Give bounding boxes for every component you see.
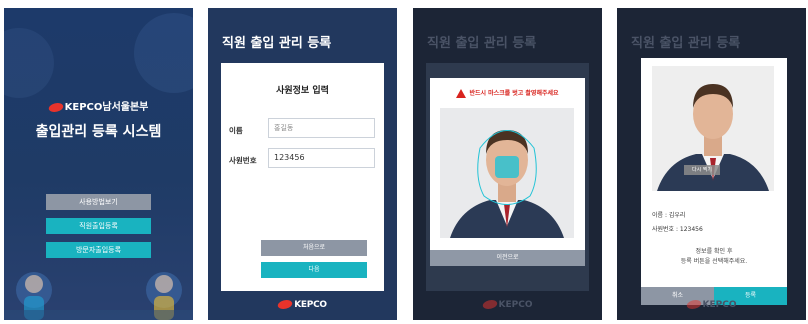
home-screen: KEPCO남서울본부 출입관리 등록 시스템 사용방법보기 직원출입등록 방문자… bbox=[4, 8, 193, 320]
employee-info-form: 사원정보 입력 이름 홍길동 사원번호 123456 처음으로 다음 bbox=[221, 63, 384, 291]
confirm-message-line1: 정보를 확인 후 bbox=[695, 248, 733, 255]
employee-id-info: 사원번호 : 123456 bbox=[652, 226, 703, 233]
kepco-logo-icon bbox=[684, 300, 703, 309]
retake-button[interactable]: 다시 찍기 bbox=[684, 165, 720, 175]
form-title: 사원정보 입력 bbox=[276, 86, 329, 96]
mask-warning: 반드시 마스크를 벗고 촬영해주세요 bbox=[430, 88, 585, 98]
capture-modal: 반드시 마스크를 벗고 촬영해주세요 이전으로 bbox=[430, 78, 585, 266]
footer-logo: KEPCO bbox=[617, 300, 806, 310]
visitor-entry-button[interactable]: 방문자출입등록 bbox=[46, 242, 151, 258]
back-to-start-button[interactable]: 처음으로 bbox=[261, 240, 367, 256]
page-title: 직원 출입 관리 등록 bbox=[631, 36, 741, 51]
person-photo bbox=[440, 108, 574, 238]
name-label: 이름 bbox=[229, 126, 243, 135]
camera-preview bbox=[440, 108, 574, 238]
employee-id-label: 사원번호 bbox=[229, 156, 257, 165]
mascot-illustration bbox=[4, 272, 193, 320]
confirm-modal: 다시 찍기 이름 : 김우리 사원번호 : 123456 정보를 확인 후 등록… bbox=[641, 58, 787, 305]
employee-info-screen: 직원 출입 관리 등록 사원정보 입력 이름 홍길동 사원번호 123456 처… bbox=[208, 8, 397, 320]
app-title: 출입관리 등록 시스템 bbox=[35, 124, 162, 140]
employee-id-input[interactable]: 123456 bbox=[268, 148, 375, 168]
background-decoration bbox=[4, 28, 54, 98]
page-title: 직원 출입 관리 등록 bbox=[222, 36, 332, 51]
confirm-message-line2: 등록 버튼을 선택해주세요. bbox=[680, 258, 748, 265]
warning-icon bbox=[456, 89, 467, 98]
name-info: 이름 : 김우리 bbox=[652, 212, 686, 219]
photo-capture-screen: 직원 출입 관리 등록 반드시 마스크를 벗고 촬영해주세요 이전으로 KEPC… bbox=[413, 8, 602, 320]
kepco-logo-icon bbox=[480, 300, 499, 309]
how-to-use-button[interactable]: 사용방법보기 bbox=[46, 194, 151, 210]
footer-logo: KEPCO bbox=[208, 300, 397, 310]
page-title: 직원 출입 관리 등록 bbox=[427, 36, 537, 51]
next-button[interactable]: 다음 bbox=[261, 262, 367, 278]
footer-logo: KEPCO bbox=[413, 300, 602, 310]
kepco-logo-icon bbox=[46, 102, 65, 112]
brand-logo: KEPCO남서울본부 bbox=[4, 98, 193, 113]
employee-entry-button[interactable]: 직원출입등록 bbox=[46, 218, 151, 234]
kepco-logo-icon bbox=[276, 300, 294, 309]
background-decoration bbox=[134, 13, 193, 93]
previous-button[interactable]: 이전으로 bbox=[430, 250, 585, 266]
name-input[interactable]: 홍길동 bbox=[268, 118, 375, 138]
confirm-screen: 직원 출입 관리 등록 다시 찍기 이름 : 김우리 사원번호 : 123456… bbox=[617, 8, 806, 320]
